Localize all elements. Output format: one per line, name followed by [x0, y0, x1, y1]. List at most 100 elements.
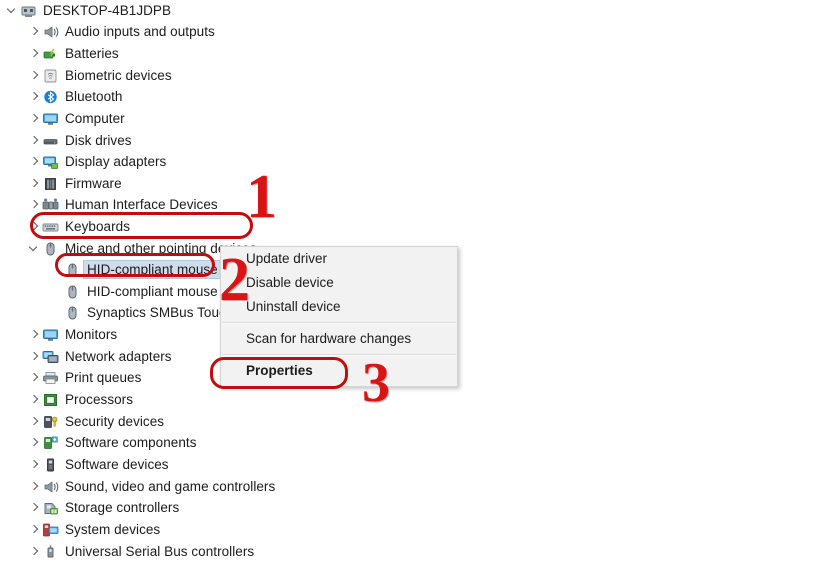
chevron-down-icon[interactable] — [26, 241, 42, 257]
chevron-down-icon[interactable] — [4, 3, 20, 19]
chevron-right-icon[interactable] — [26, 197, 42, 213]
chevron-right-icon[interactable] — [26, 133, 42, 149]
tree-item-label: Security devices — [65, 414, 165, 429]
processor-icon — [42, 392, 59, 408]
tree-item[interactable]: Universal Serial Bus controllers — [0, 541, 254, 562]
tree-item[interactable]: Sound, video and game controllers — [0, 476, 275, 497]
menu-item[interactable]: Properties — [221, 359, 457, 383]
tree-item[interactable]: Print queues — [0, 367, 141, 388]
mouse-icon — [64, 284, 81, 300]
tree-item[interactable]: Bluetooth — [0, 86, 123, 107]
tree-item-label: Human Interface Devices — [65, 197, 218, 212]
tree-item[interactable]: Security devices — [0, 411, 164, 432]
tree-item-label: Keyboards — [65, 219, 130, 234]
tree-item-label: Storage controllers — [65, 500, 180, 515]
chevron-right-icon[interactable] — [26, 435, 42, 451]
chevron-right-icon[interactable] — [26, 219, 42, 235]
speaker-icon — [42, 24, 59, 40]
chevron-right-icon[interactable] — [26, 111, 42, 127]
tree-item[interactable]: Monitors — [0, 324, 117, 345]
tree-item-label: System devices — [65, 522, 161, 537]
firmware-chip-icon — [42, 176, 59, 192]
mouse-icon — [42, 241, 59, 257]
menu-item[interactable]: Update driver — [221, 247, 457, 271]
tree-item[interactable]: Storage controllers — [0, 497, 179, 518]
tree-item[interactable]: Software components — [0, 432, 197, 453]
speaker-icon — [42, 479, 59, 495]
computer-tree-root-icon — [20, 3, 37, 19]
tree-item[interactable]: Network adapters — [0, 346, 172, 367]
menu-separator — [222, 322, 456, 324]
chevron-right-icon[interactable] — [26, 24, 42, 40]
disk-drive-icon — [42, 133, 59, 149]
chevron-right-icon[interactable] — [26, 349, 42, 365]
tree-item[interactable]: Synaptics SMBus Touc — [0, 302, 226, 323]
tree-item[interactable]: Biometric devices — [0, 65, 172, 86]
fingerprint-icon — [42, 68, 59, 84]
tree-item[interactable]: System devices — [0, 519, 160, 540]
tree-item[interactable]: Audio inputs and outputs — [0, 21, 215, 42]
menu-separator — [222, 354, 456, 356]
tree-item-label: Software components — [65, 435, 197, 450]
hid-icon — [42, 197, 59, 213]
tree-item[interactable]: Keyboards — [0, 216, 130, 237]
tree-item-label: Computer — [65, 111, 125, 126]
tree-item-label: Software devices — [65, 457, 169, 472]
menu-item[interactable]: Uninstall device — [221, 295, 457, 319]
tree-item-label: Audio inputs and outputs — [65, 24, 215, 39]
chevron-right-icon[interactable] — [26, 392, 42, 408]
tree-item[interactable]: HID-compliant mouse — [0, 259, 221, 280]
software-device-icon — [42, 457, 59, 473]
chevron-right-icon[interactable] — [26, 544, 42, 560]
chevron-right-icon[interactable] — [26, 370, 42, 386]
tree-item-label: Network adapters — [65, 349, 172, 364]
tree-item[interactable]: Human Interface Devices — [0, 194, 218, 215]
chevron-right-icon[interactable] — [26, 68, 42, 84]
tree-item-label: Synaptics SMBus Touc — [87, 305, 226, 320]
tree-item[interactable]: Software devices — [0, 454, 169, 475]
monitor-icon — [42, 111, 59, 127]
tree-item-label: HID-compliant mouse — [87, 284, 218, 299]
display-adapter-icon — [42, 154, 59, 170]
chevron-right-icon[interactable] — [26, 479, 42, 495]
tree-item-label: Universal Serial Bus controllers — [65, 544, 255, 559]
network-icon — [42, 349, 59, 365]
tree-item-label: Firmware — [65, 176, 122, 191]
battery-icon — [42, 46, 59, 62]
menu-item[interactable]: Disable device — [221, 271, 457, 295]
chevron-right-icon[interactable] — [26, 500, 42, 516]
tree-item-label: Sound, video and game controllers — [65, 479, 276, 494]
usb-icon — [42, 544, 59, 560]
tree-item[interactable]: HID-compliant mouse — [0, 281, 218, 302]
tree-item-label: Monitors — [65, 327, 118, 342]
keyboard-icon — [42, 219, 59, 235]
chevron-right-icon[interactable] — [26, 46, 42, 62]
bluetooth-icon — [42, 89, 59, 105]
tree-item-label: DESKTOP-4B1JDPB — [43, 3, 172, 18]
context-menu[interactable]: Update driver Disable device Uninstall dev… — [220, 246, 458, 387]
tree-item[interactable]: Batteries — [0, 43, 119, 64]
tree-item[interactable]: Computer — [0, 108, 125, 129]
printer-icon — [42, 370, 59, 386]
chevron-right-icon[interactable] — [26, 89, 42, 105]
chevron-right-icon[interactable] — [26, 414, 42, 430]
chevron-right-icon[interactable] — [26, 457, 42, 473]
tree-item-label: Disk drives — [65, 133, 132, 148]
tree-item[interactable]: Firmware — [0, 173, 122, 194]
chevron-right-icon[interactable] — [26, 176, 42, 192]
chevron-right-icon[interactable] — [26, 522, 42, 538]
tree-item[interactable]: Processors — [0, 389, 133, 410]
tree-item-label: Processors — [65, 392, 134, 407]
menu-item[interactable]: Scan for hardware changes — [221, 327, 457, 351]
monitor-icon — [42, 327, 59, 343]
tree-item[interactable]: Disk drives — [0, 130, 132, 151]
chevron-right-icon[interactable] — [26, 154, 42, 170]
tree-item[interactable]: Mice and other pointing devices — [0, 238, 256, 259]
tree-item[interactable]: Display adapters — [0, 151, 166, 172]
tree-item[interactable]: DESKTOP-4B1JDPB — [0, 0, 171, 21]
tree-item-label: HID-compliant mouse — [84, 261, 221, 278]
chevron-right-icon[interactable] — [26, 327, 42, 343]
